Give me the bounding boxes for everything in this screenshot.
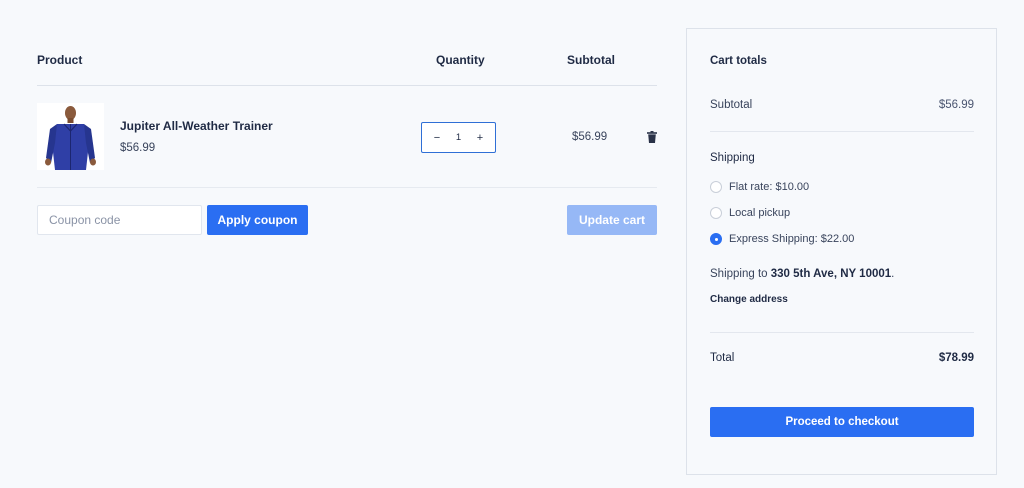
increase-quantity-button[interactable]: +: [474, 132, 486, 144]
jacket-product-image: [37, 103, 104, 170]
product-thumbnail[interactable]: [37, 103, 104, 170]
quantity-value[interactable]: 1: [449, 132, 469, 143]
subtotal-label: Subtotal: [710, 99, 753, 111]
total-value: $78.99: [938, 352, 974, 364]
cart-totals-title: Cart totals: [710, 55, 767, 67]
column-header-quantity: Quantity: [436, 53, 485, 67]
apply-coupon-button[interactable]: Apply coupon: [207, 205, 308, 235]
radio-button[interactable]: [710, 181, 722, 193]
totals-subtotal-row: Subtotal $56.99: [710, 99, 974, 111]
update-cart-button[interactable]: Update cart: [567, 205, 657, 235]
shipping-option-label: Flat rate: $10.00: [729, 181, 810, 193]
totals-total-row: Total $78.99: [710, 352, 974, 364]
subtotal-value: $56.99: [938, 99, 974, 111]
cart-totals-panel: Cart totals Subtotal $56.99 Shipping Fla…: [686, 28, 997, 475]
cart-item-row: Jupiter All-Weather Trainer $56.99 − 1 +…: [37, 86, 657, 188]
trash-icon[interactable]: [647, 131, 657, 143]
row-subtotal: $56.99: [572, 131, 608, 143]
cart-table: Product Quantity Subtotal Jupiter All-We…: [37, 0, 657, 268]
shipping-option-flat-rate[interactable]: Flat rate: $10.00: [710, 181, 809, 193]
shipping-option-express[interactable]: Express Shipping: $22.00: [710, 233, 854, 245]
radio-button[interactable]: [710, 207, 722, 219]
shipping-option-local-pickup[interactable]: Local pickup: [710, 207, 790, 219]
shipping-option-label: Express Shipping: $22.00: [729, 233, 855, 245]
column-header-product: Product: [37, 53, 83, 67]
total-label: Total: [710, 352, 735, 364]
change-address-link[interactable]: Change address: [710, 294, 788, 305]
divider: [710, 332, 974, 333]
column-header-subtotal: Subtotal: [567, 53, 615, 67]
shipping-label: Shipping: [710, 152, 755, 164]
shipping-to-suffix: .: [891, 268, 895, 280]
coupon-code-input[interactable]: [37, 205, 202, 235]
shipping-destination: Shipping to 330 5th Ave, NY 10001.: [710, 268, 894, 280]
proceed-to-checkout-button[interactable]: Proceed to checkout: [710, 407, 974, 437]
product-price: $56.99: [120, 142, 156, 154]
radio-button-selected[interactable]: [710, 233, 722, 245]
shipping-address: 330 5th Ave, NY 10001: [770, 268, 892, 280]
shipping-to-prefix: Shipping to: [710, 268, 771, 280]
cart-table-header: Product Quantity Subtotal: [37, 0, 657, 86]
decrease-quantity-button[interactable]: −: [431, 132, 443, 144]
shipping-option-label: Local pickup: [729, 207, 791, 219]
product-name[interactable]: Jupiter All-Weather Trainer: [120, 119, 273, 133]
coupon-area: Apply coupon Update cart: [37, 188, 657, 268]
quantity-stepper: − 1 +: [421, 122, 496, 153]
divider: [710, 131, 974, 132]
